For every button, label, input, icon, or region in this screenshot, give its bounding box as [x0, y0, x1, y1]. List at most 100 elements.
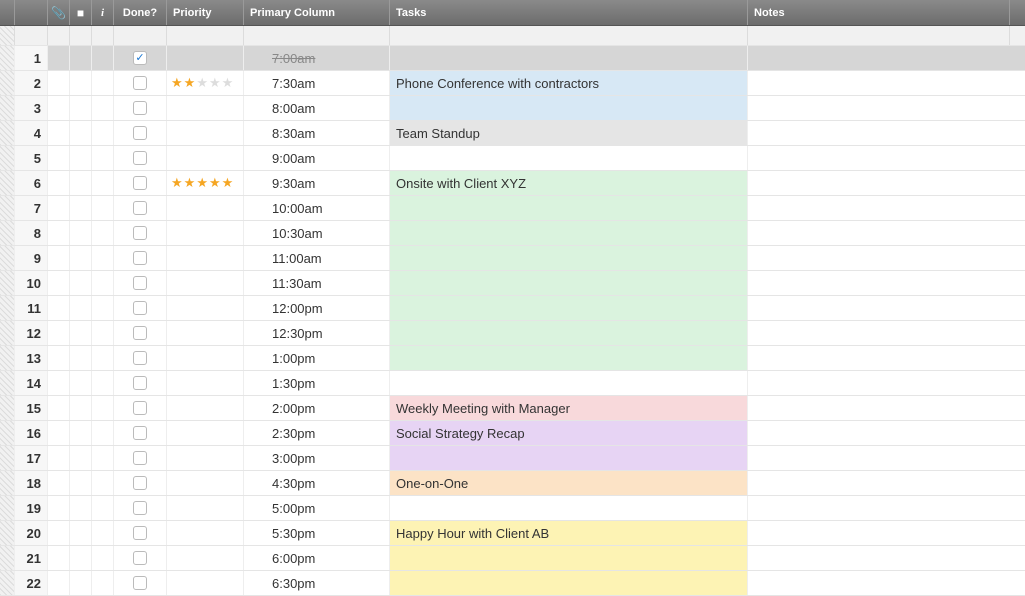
flag-cell[interactable] [70, 146, 92, 170]
flag-cell[interactable] [70, 571, 92, 595]
row-handle[interactable] [0, 296, 15, 320]
priority-cell[interactable] [167, 321, 244, 345]
info-cell[interactable] [92, 271, 114, 295]
attachment-cell[interactable] [48, 246, 70, 270]
filter-notes[interactable] [748, 26, 1010, 45]
primary-cell[interactable]: 10:00am [244, 196, 390, 220]
attachment-cell[interactable] [48, 71, 70, 95]
done-checkbox[interactable]: ✓ [133, 51, 147, 65]
task-cell[interactable] [390, 196, 748, 220]
primary-cell[interactable]: 12:00pm [244, 296, 390, 320]
row-handle[interactable] [0, 96, 15, 120]
flag-cell[interactable] [70, 396, 92, 420]
done-checkbox[interactable] [133, 526, 147, 540]
done-checkbox[interactable] [133, 301, 147, 315]
primary-cell[interactable]: 10:30am [244, 221, 390, 245]
notes-cell[interactable] [748, 571, 1010, 595]
attachment-cell[interactable] [48, 321, 70, 345]
priority-cell[interactable] [167, 221, 244, 245]
task-cell[interactable] [390, 571, 748, 595]
primary-cell[interactable]: 11:00am [244, 246, 390, 270]
done-cell[interactable]: ✓ [114, 46, 167, 70]
flag-cell[interactable] [70, 521, 92, 545]
priority-cell[interactable] [167, 446, 244, 470]
done-cell[interactable] [114, 396, 167, 420]
primary-cell[interactable]: 2:30pm [244, 421, 390, 445]
task-cell[interactable] [390, 96, 748, 120]
flag-cell[interactable] [70, 171, 92, 195]
info-cell[interactable] [92, 121, 114, 145]
info-cell[interactable] [92, 246, 114, 270]
primary-cell[interactable]: 7:30am [244, 71, 390, 95]
done-cell[interactable] [114, 271, 167, 295]
row-handle[interactable] [0, 321, 15, 345]
done-cell[interactable] [114, 121, 167, 145]
flag-cell[interactable] [70, 321, 92, 345]
attachment-cell[interactable] [48, 346, 70, 370]
notes-header[interactable]: Notes [748, 0, 1010, 25]
flag-cell[interactable] [70, 96, 92, 120]
done-cell[interactable] [114, 196, 167, 220]
done-checkbox[interactable] [133, 126, 147, 140]
info-cell[interactable] [92, 146, 114, 170]
priority-cell[interactable] [167, 546, 244, 570]
notes-cell[interactable] [748, 171, 1010, 195]
row-handle[interactable] [0, 446, 15, 470]
flag-cell[interactable] [70, 471, 92, 495]
attachment-cell[interactable] [48, 221, 70, 245]
notes-cell[interactable] [748, 221, 1010, 245]
done-cell[interactable] [114, 471, 167, 495]
priority-cell[interactable] [167, 346, 244, 370]
primary-cell[interactable]: 1:30pm [244, 371, 390, 395]
notes-cell[interactable] [748, 46, 1010, 70]
priority-cell[interactable] [167, 96, 244, 120]
priority-cell[interactable] [167, 421, 244, 445]
attachment-cell[interactable] [48, 371, 70, 395]
row-number[interactable]: 12 [15, 321, 48, 345]
done-checkbox[interactable] [133, 476, 147, 490]
priority-cell[interactable] [167, 371, 244, 395]
table-row[interactable]: 48:30amTeam Standup [0, 121, 1025, 146]
priority-cell[interactable] [167, 471, 244, 495]
row-handle[interactable] [0, 521, 15, 545]
info-header[interactable]: i [92, 0, 114, 25]
flag-cell[interactable] [70, 196, 92, 220]
attachment-cell[interactable] [48, 471, 70, 495]
attachment-cell[interactable] [48, 46, 70, 70]
done-header[interactable]: Done? [114, 0, 167, 25]
done-cell[interactable] [114, 421, 167, 445]
done-checkbox[interactable] [133, 101, 147, 115]
primary-cell[interactable]: 6:00pm [244, 546, 390, 570]
attachment-cell[interactable] [48, 396, 70, 420]
done-cell[interactable] [114, 71, 167, 95]
notes-cell[interactable] [748, 196, 1010, 220]
task-cell[interactable] [390, 246, 748, 270]
done-checkbox[interactable] [133, 451, 147, 465]
table-row[interactable]: 162:30pmSocial Strategy Recap [0, 421, 1025, 446]
filter-rownum[interactable] [15, 26, 48, 45]
notes-cell[interactable] [748, 146, 1010, 170]
notes-cell[interactable] [748, 521, 1010, 545]
info-cell[interactable] [92, 96, 114, 120]
attachment-cell[interactable] [48, 121, 70, 145]
notes-cell[interactable] [748, 346, 1010, 370]
table-row[interactable]: 710:00am [0, 196, 1025, 221]
row-number[interactable]: 17 [15, 446, 48, 470]
primary-cell[interactable]: 3:00pm [244, 446, 390, 470]
info-cell[interactable] [92, 71, 114, 95]
row-number[interactable]: 4 [15, 121, 48, 145]
priority-cell[interactable]: ★★★★★ [167, 71, 244, 95]
notes-cell[interactable] [748, 296, 1010, 320]
done-cell[interactable] [114, 171, 167, 195]
info-cell[interactable] [92, 221, 114, 245]
attachment-cell[interactable] [48, 546, 70, 570]
task-cell[interactable] [390, 221, 748, 245]
row-handle[interactable] [0, 346, 15, 370]
table-row[interactable]: 59:00am [0, 146, 1025, 171]
task-cell[interactable] [390, 546, 748, 570]
row-number[interactable]: 10 [15, 271, 48, 295]
table-row[interactable]: 38:00am [0, 96, 1025, 121]
table-row[interactable]: 1112:00pm [0, 296, 1025, 321]
table-row[interactable]: 184:30pmOne-on-One [0, 471, 1025, 496]
info-cell[interactable] [92, 521, 114, 545]
